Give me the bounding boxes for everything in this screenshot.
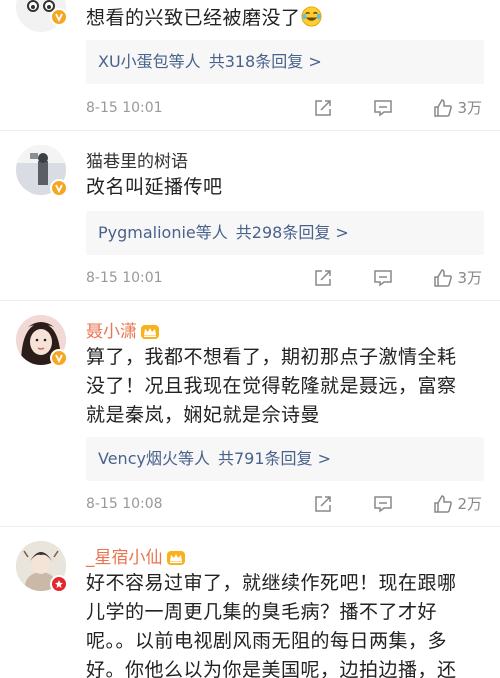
like-icon xyxy=(434,495,453,513)
comment-icon xyxy=(374,270,393,287)
username-text[interactable]: 聂小潇 xyxy=(86,322,137,342)
comment-1: 想看的兴致已经被磨没了 XU小蛋包等人 共318条回复 > 8-15 10:01 … xyxy=(0,0,500,128)
replies-users[interactable]: Vency烟火等人 xyxy=(98,449,210,468)
comment-time: 8-15 10:08 xyxy=(86,496,163,512)
comment-text-content: 想看的兴致已经被磨没了 xyxy=(86,7,301,29)
comment-text-line: 就是秦岚，娴妃就是佘诗曼 xyxy=(86,404,321,426)
like-count: 2万 xyxy=(457,495,482,513)
share-icon xyxy=(315,100,332,116)
verified-badge-icon xyxy=(50,179,68,197)
replies-users[interactable]: Pygmalionie等人 xyxy=(98,223,228,242)
laughing-crying-emoji-icon xyxy=(300,6,322,27)
comment-text: 改名叫延播传吧 xyxy=(86,176,223,198)
username[interactable]: _星宿小仙 xyxy=(86,543,185,568)
comment-icon xyxy=(374,496,393,513)
replies-users[interactable]: XU小蛋包等人 xyxy=(98,52,201,71)
comment-time: 8-15 10:01 xyxy=(86,100,163,116)
comment-actions: 3万 xyxy=(273,98,482,118)
like-icon xyxy=(434,269,453,287)
comment-button[interactable] xyxy=(373,98,393,118)
username[interactable]: 猫巷里的树语 xyxy=(86,147,188,172)
crown-icon xyxy=(166,551,185,565)
share-icon xyxy=(315,270,332,286)
comment-text-line: 呢。。以前电视剧风雨无阻的每日两集，多 xyxy=(86,630,448,652)
share-button[interactable] xyxy=(313,494,333,514)
comment-4: _星宿小仙 好不容易过审了，就继续作死吧！现在跟哪 儿学的一周更几集的臭毛病？播… xyxy=(0,527,500,678)
comment-text-line: 儿学的一周更几集的臭毛病？播不了才好 xyxy=(86,601,438,623)
comment-meta: 8-15 10:01 3万 xyxy=(86,98,500,118)
comment-text-line: 没了！况且我现在觉得乾隆就是聂远，富察 xyxy=(86,375,457,397)
like-button[interactable]: 2万 xyxy=(433,494,482,514)
comment-text-line: 好。你他么以为你是美国呢，边拍边播，还 xyxy=(86,659,457,678)
comment-text: 想看的兴致已经被磨没了 xyxy=(86,4,482,33)
comment-actions: 3万 xyxy=(273,268,482,288)
replies-preview[interactable]: XU小蛋包等人 共318条回复 > xyxy=(86,40,484,84)
verified-badge-icon xyxy=(50,349,68,367)
share-button[interactable] xyxy=(313,268,333,288)
replies-preview[interactable]: Pygmalionie等人 共298条回复 > xyxy=(86,211,484,255)
share-button[interactable] xyxy=(313,98,333,118)
like-button[interactable]: 3万 xyxy=(433,98,482,118)
member-badge-icon xyxy=(50,575,68,593)
comment-icon xyxy=(374,100,393,117)
comment-text: 好不容易过审了，就继续作死吧！现在跟哪 儿学的一周更几集的臭毛病？播不了才好 呢… xyxy=(86,569,482,678)
like-count: 3万 xyxy=(457,269,482,287)
comment-meta: 8-15 10:01 3万 xyxy=(86,268,500,288)
like-count: 3万 xyxy=(457,99,482,117)
username-text[interactable]: _星宿小仙 xyxy=(86,548,163,568)
verified-badge-icon xyxy=(50,8,68,26)
comment-text: 算了，我都不想看了，期初那点子激情全耗 没了！况且我现在觉得乾隆就是聂远，富察 … xyxy=(86,343,482,430)
like-button[interactable]: 3万 xyxy=(433,268,482,288)
comment-text-line: 算了，我都不想看了，期初那点子激情全耗 xyxy=(86,346,457,368)
share-icon xyxy=(315,496,332,512)
comment-3: 聂小潇 算了，我都不想看了，期初那点子激情全耗 没了！况且我现在觉得乾隆就是聂远… xyxy=(0,301,500,526)
username[interactable]: 聂小潇 xyxy=(86,317,159,342)
replies-count[interactable]: 共318条回复 > xyxy=(209,52,322,71)
replies-preview[interactable]: Vency烟火等人 共791条回复 > xyxy=(86,437,484,481)
comment-text-line: 好不容易过审了，就继续作死吧！现在跟哪 xyxy=(86,572,457,594)
replies-count[interactable]: 共298条回复 > xyxy=(236,223,349,242)
comment-meta: 8-15 10:08 2万 xyxy=(86,494,500,514)
comment-button[interactable] xyxy=(373,268,393,288)
comment-2: 猫巷里的树语 改名叫延播传吧 Pygmalionie等人 共298条回复 > 8-… xyxy=(0,131,500,296)
comment-actions: 2万 xyxy=(273,494,482,514)
comment-button[interactable] xyxy=(373,494,393,514)
crown-icon xyxy=(141,325,159,339)
replies-count[interactable]: 共791条回复 > xyxy=(218,449,331,468)
like-icon xyxy=(434,99,453,117)
comment-time: 8-15 10:01 xyxy=(86,270,163,286)
